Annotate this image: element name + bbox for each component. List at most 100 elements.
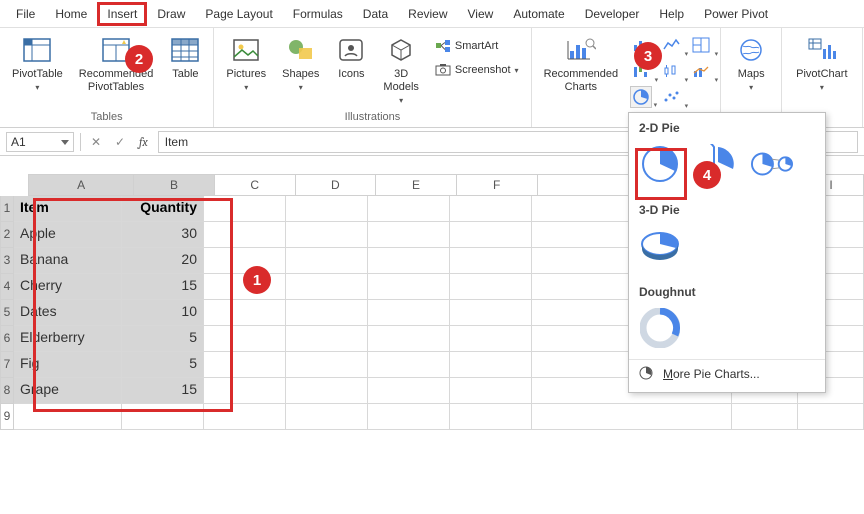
menu-insert[interactable]: Insert <box>97 2 147 26</box>
cell[interactable] <box>450 248 532 274</box>
row-header[interactable]: 6 <box>0 326 14 352</box>
menu-data[interactable]: Data <box>353 2 398 26</box>
cell[interactable]: Apple <box>14 222 122 248</box>
cell[interactable] <box>286 222 368 248</box>
cell[interactable] <box>732 404 798 430</box>
cell[interactable] <box>204 404 286 430</box>
menu-draw[interactable]: Draw <box>147 2 195 26</box>
pie-of-pie-option[interactable] <box>751 143 793 185</box>
cell[interactable] <box>450 300 532 326</box>
cell[interactable]: 15 <box>122 378 204 404</box>
cell[interactable] <box>368 196 450 222</box>
menu-file[interactable]: File <box>6 2 45 26</box>
cell[interactable]: 5 <box>122 326 204 352</box>
pivottable-button[interactable]: PivotTable ▾ <box>8 32 67 95</box>
row-header[interactable]: 1 <box>0 196 14 222</box>
insert-statistic-chart-button[interactable]: ▾ <box>660 60 682 82</box>
screenshot-button[interactable]: Screenshot ▾ <box>431 60 523 80</box>
cell[interactable]: Fig <box>14 352 122 378</box>
cell[interactable] <box>368 222 450 248</box>
cell[interactable] <box>204 326 286 352</box>
cell[interactable]: Grape <box>14 378 122 404</box>
cell[interactable] <box>798 404 864 430</box>
cell[interactable] <box>286 326 368 352</box>
menu-pagelayout[interactable]: Page Layout <box>195 2 282 26</box>
menu-powerpivot[interactable]: Power Pivot <box>694 2 778 26</box>
insert-scatter-chart-button[interactable]: ▾ <box>660 86 682 108</box>
cell[interactable] <box>450 274 532 300</box>
cell[interactable]: Quantity <box>122 196 204 222</box>
row-header[interactable]: 4 <box>0 274 14 300</box>
insert-line-chart-button[interactable]: ▾ <box>660 34 682 56</box>
col-header-b[interactable]: B <box>134 174 215 196</box>
doughnut-option[interactable] <box>639 307 681 349</box>
cell[interactable] <box>286 352 368 378</box>
cell[interactable]: Elderberry <box>14 326 122 352</box>
cell[interactable] <box>286 378 368 404</box>
3d-models-button[interactable]: 3D Models ▾ <box>379 32 422 108</box>
cell[interactable]: Cherry <box>14 274 122 300</box>
pictures-button[interactable]: Pictures ▾ <box>222 32 270 95</box>
col-header-f[interactable]: F <box>457 174 538 196</box>
row-header[interactable]: 3 <box>0 248 14 274</box>
cell[interactable]: 5 <box>122 352 204 378</box>
insert-hierarchy-chart-button[interactable]: ▾ <box>690 34 712 56</box>
recommended-charts-button[interactable]: Recommended Charts <box>540 32 623 96</box>
cell[interactable] <box>204 248 286 274</box>
cell[interactable] <box>122 404 204 430</box>
cell[interactable]: Banana <box>14 248 122 274</box>
col-header-a[interactable]: A <box>28 174 134 196</box>
menu-help[interactable]: Help <box>649 2 694 26</box>
cancel-formula-button[interactable]: ✕ <box>87 133 105 151</box>
shapes-button[interactable]: Shapes ▾ <box>278 32 323 95</box>
cell[interactable] <box>14 404 122 430</box>
cell[interactable]: Item <box>14 196 122 222</box>
cell[interactable] <box>368 274 450 300</box>
menu-formulas[interactable]: Formulas <box>283 2 353 26</box>
menu-view[interactable]: View <box>458 2 504 26</box>
cell[interactable] <box>532 404 732 430</box>
row-header[interactable]: 8 <box>0 378 14 404</box>
cell[interactable]: 10 <box>122 300 204 326</box>
cell[interactable]: 30 <box>122 222 204 248</box>
cell[interactable] <box>450 196 532 222</box>
col-header-c[interactable]: C <box>215 174 296 196</box>
cell[interactable] <box>368 352 450 378</box>
insert-pie-chart-button[interactable]: ▾ <box>630 86 652 108</box>
cell[interactable] <box>450 378 532 404</box>
fx-icon[interactable]: fx <box>135 135 152 149</box>
col-header-e[interactable]: E <box>376 174 457 196</box>
cell[interactable] <box>450 326 532 352</box>
col-header-d[interactable]: D <box>296 174 377 196</box>
table-button[interactable]: Table <box>165 32 205 83</box>
cell[interactable] <box>286 300 368 326</box>
cell[interactable]: 15 <box>122 274 204 300</box>
cell[interactable] <box>368 326 450 352</box>
cell[interactable]: 20 <box>122 248 204 274</box>
cell[interactable] <box>286 196 368 222</box>
pivotchart-button[interactable]: PivotChart ▾ <box>792 32 851 95</box>
cell[interactable] <box>286 248 368 274</box>
cell[interactable] <box>204 352 286 378</box>
cell[interactable] <box>286 404 368 430</box>
cell[interactable] <box>368 404 450 430</box>
cell[interactable] <box>368 300 450 326</box>
insert-combo-chart-button[interactable]: ▾ <box>690 60 712 82</box>
menu-automate[interactable]: Automate <box>503 2 574 26</box>
icons-button[interactable]: Icons <box>331 32 371 83</box>
menu-review[interactable]: Review <box>398 2 457 26</box>
cell[interactable]: Dates <box>14 300 122 326</box>
pie-2d-option[interactable] <box>639 143 681 185</box>
cell[interactable] <box>204 378 286 404</box>
cell[interactable] <box>450 352 532 378</box>
row-header[interactable]: 7 <box>0 352 14 378</box>
cell[interactable] <box>450 222 532 248</box>
maps-button[interactable]: Maps ▾ <box>731 32 771 95</box>
cell[interactable] <box>368 378 450 404</box>
row-header[interactable]: 9 <box>0 404 14 430</box>
cell[interactable] <box>204 196 286 222</box>
cell[interactable] <box>204 222 286 248</box>
cell[interactable] <box>286 274 368 300</box>
cell[interactable] <box>204 300 286 326</box>
row-header[interactable]: 5 <box>0 300 14 326</box>
